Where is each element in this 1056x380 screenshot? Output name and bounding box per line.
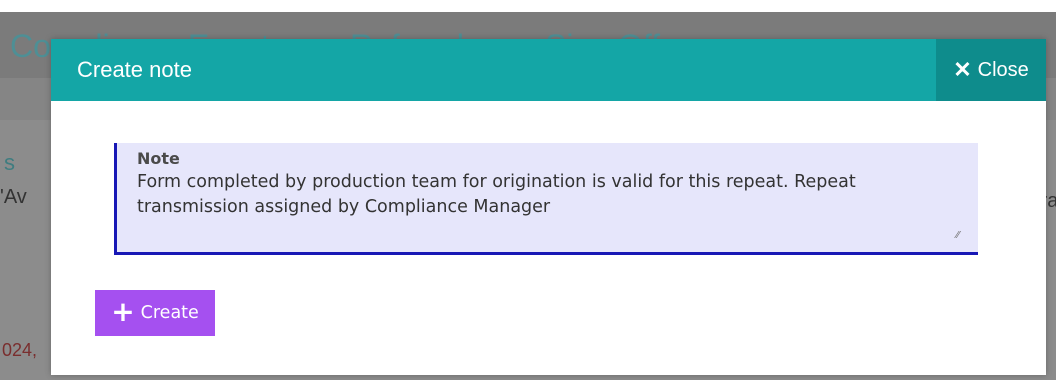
close-icon: ✕ [953, 57, 972, 82]
note-label: Note [137, 149, 180, 168]
dialog-header: Create note ✕ Close [51, 39, 1046, 101]
create-button-label: Create [140, 303, 199, 323]
resize-handle-icon[interactable]: ⁄⁄ [956, 230, 966, 241]
dialog-title: Create note [77, 57, 192, 82]
create-button[interactable]: + Create [95, 290, 215, 336]
close-button[interactable]: ✕ Close [936, 39, 1046, 101]
note-field: Note Form completed by production team f… [114, 143, 978, 255]
background-text-fragment: s [4, 150, 15, 175]
plus-icon: + [111, 294, 135, 328]
close-button-label: Close [977, 58, 1029, 81]
background-text-fragment: 'Av [0, 186, 27, 208]
background-text-fragment: 024, [2, 340, 38, 360]
create-note-dialog: Create note ✕ Close Note Form completed … [51, 39, 1046, 375]
top-strip [0, 0, 1056, 12]
note-textarea[interactable]: Form completed by production team for or… [137, 170, 956, 244]
